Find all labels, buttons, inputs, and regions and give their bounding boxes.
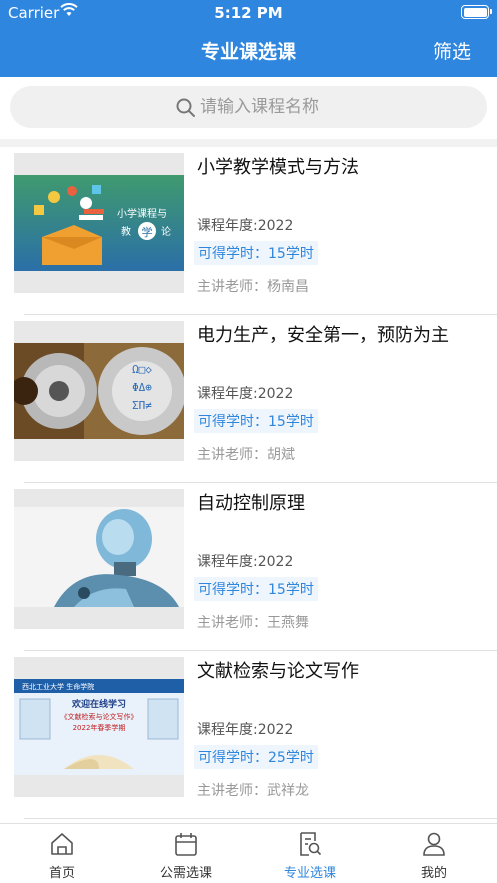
banner-school: 西北工业大学 生命学院 [22,682,94,691]
page-title: 专业课选课 [200,41,296,63]
course-list: 小学课程与 教 学 论 小学教学模式与方法 课程年度:2022 可得学时：15学… [0,147,497,823]
search-doc-icon [300,832,322,856]
course-teacher: 主讲老师：武祥龙 [197,783,309,799]
course-title: 电力生产，安全第一，预防为主 [197,325,449,346]
thumb-text: 小学课程与 [117,207,167,220]
education-illustration: 小学课程与 教 学 论 [14,175,184,271]
svg-text:ΣΠ≠: ΣΠ≠ [132,399,152,412]
course-item[interactable]: 小学课程与 教 学 论 小学教学模式与方法 课程年度:2022 可得学时：15学… [0,147,497,315]
banner-course: 《文献检索与论文写作》 [61,712,138,721]
tab-home[interactable]: 首页 [0,824,124,883]
svg-text:ΦΔ⊕: ΦΔ⊕ [132,381,152,394]
tab-professional-courses[interactable]: 专业选课 [248,824,372,883]
course-title: 小学教学模式与方法 [197,157,359,178]
course-hours: 可得学时：25学时 [194,745,318,769]
search-input[interactable] [200,92,460,122]
tab-label: 专业选课 [283,866,336,881]
course-year: 课程年度:2022 [197,218,294,234]
tab-bar: 首页 公需选课 专业选课 我的 [0,823,497,883]
course-thumbnail [14,489,184,629]
search-bar[interactable] [10,86,487,128]
tab-label: 公需选课 [159,866,212,881]
gears-photo: Ω□◇ ΦΔ⊕ ΣΠ≠ [14,343,184,439]
course-thumbnail: 小学课程与 教 学 论 [14,153,184,293]
course-thumbnail: 西北工业大学 生命学院 欢迎在线学习 《文献检索与论文写作》 2022年春季学期 [14,657,184,797]
nav-bar: Carrier 5:12 PM 专业课选课 筛选 [0,0,497,77]
course-title: 文献检索与论文写作 [197,661,359,682]
search-area [0,77,497,139]
tab-public-courses[interactable]: 公需选课 [124,824,248,883]
robot-photo [14,507,184,607]
course-year: 课程年度:2022 [197,554,294,570]
course-year: 课程年度:2022 [197,386,294,402]
status-time: 5:12 PM [214,4,283,22]
svg-text:教: 教 [121,225,131,238]
course-hours: 可得学时：15学时 [194,409,318,433]
course-thumbnail: Ω□◇ ΦΔ⊕ ΣΠ≠ [14,321,184,461]
course-hours: 可得学时：15学时 [194,241,318,265]
filter-button[interactable]: 筛选 [433,37,471,64]
course-title: 自动控制原理 [197,493,305,514]
svg-text:学: 学 [142,225,153,239]
course-banner: 西北工业大学 生命学院 欢迎在线学习 《文献检索与论文写作》 2022年春季学期 [14,679,184,775]
course-item[interactable]: 自动控制原理 课程年度:2022 可得学时：15学时 主讲老师：王燕舞 [0,483,497,651]
course-hours: 可得学时：15学时 [194,577,318,601]
home-icon [51,833,73,855]
course-teacher: 主讲老师：胡斌 [197,447,295,463]
search-icon [176,98,195,117]
divider [24,818,497,819]
course-teacher: 主讲老师：王燕舞 [197,615,309,631]
tab-label: 首页 [48,866,75,881]
status-bar: Carrier 5:12 PM [0,0,497,26]
tab-mine[interactable]: 我的 [372,824,496,883]
battery-icon [461,5,492,19]
svg-text:论: 论 [161,225,171,238]
banner-welcome: 欢迎在线学习 [71,698,126,710]
person-icon [423,832,445,856]
tab-label: 我的 [420,866,447,881]
banner-term: 2022年春季学期 [73,723,126,732]
course-item[interactable]: Ω□◇ ΦΔ⊕ ΣΠ≠ 电力生产，安全第一，预防为主 课程年度:2022 可得学… [0,315,497,483]
course-teacher: 主讲老师：杨南昌 [197,279,309,295]
svg-text:Ω□◇: Ω□◇ [132,363,152,376]
calendar-icon [175,833,197,856]
course-item[interactable]: 西北工业大学 生命学院 欢迎在线学习 《文献检索与论文写作》 2022年春季学期… [0,651,497,819]
course-year: 课程年度:2022 [197,722,294,738]
